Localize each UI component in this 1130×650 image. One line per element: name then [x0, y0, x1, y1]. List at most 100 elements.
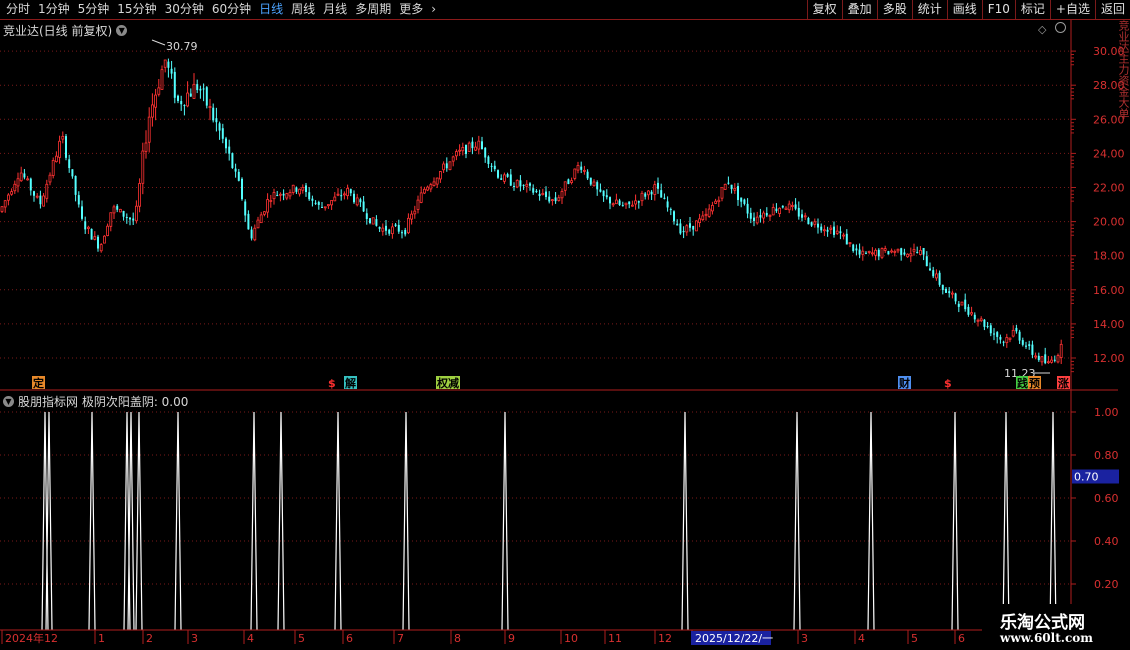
candle-body [852, 244, 855, 251]
indicator-spike [681, 411, 689, 631]
candle-body [493, 165, 496, 170]
candle-body [103, 235, 106, 244]
candle-body [429, 184, 433, 190]
candle-body [925, 256, 928, 267]
candle-body [932, 270, 935, 277]
period-tab[interactable]: 1分钟 [34, 1, 74, 18]
candle-body [48, 174, 52, 183]
period-tab[interactable]: 15分钟 [113, 1, 160, 18]
candle-body [1015, 327, 1018, 332]
candle-body [196, 84, 199, 91]
candle-body [759, 215, 762, 218]
candle-body [957, 303, 960, 307]
chevron-down-icon[interactable]: ▼ [3, 396, 14, 407]
chevron-right-icon[interactable]: › [427, 1, 440, 18]
candle-body [880, 248, 884, 258]
candle-body [979, 318, 983, 322]
candle-body [929, 268, 931, 271]
candle-body [707, 208, 711, 217]
candle-body [951, 292, 954, 295]
period-tab[interactable]: 日线 [255, 1, 287, 18]
candle-body [362, 201, 365, 212]
candle-body [829, 227, 833, 230]
candle-body [1050, 359, 1053, 363]
period-tab[interactable]: 周线 [287, 1, 319, 18]
candle-body [394, 224, 397, 226]
period-tab[interactable]: 5分钟 [74, 1, 114, 18]
tool-button[interactable]: +自选 [1049, 0, 1095, 19]
candle-body [737, 186, 739, 201]
x-tick-label: 1 [98, 632, 105, 645]
candle-body [256, 219, 260, 229]
period-tab[interactable]: 更多 [395, 1, 427, 18]
tool-button[interactable]: 多股 [876, 0, 912, 19]
candle-body [487, 156, 490, 164]
x-tick-label: 4 [858, 632, 865, 645]
indicator-spike [951, 411, 959, 631]
period-tab[interactable]: 60分钟 [208, 1, 255, 18]
candle-body [912, 249, 916, 252]
candle-body [573, 168, 577, 179]
candle-body [141, 150, 145, 184]
candle-body [144, 142, 148, 152]
period-tab[interactable]: 月线 [319, 1, 351, 18]
candle-body [628, 201, 631, 205]
right-info-strip[interactable]: 竞业达主力资金大单 [1117, 20, 1130, 630]
candle-body [241, 178, 243, 200]
candle-body [23, 173, 26, 178]
tool-button[interactable]: 复权 [806, 0, 842, 19]
candle-body [45, 183, 49, 199]
candle-body [244, 201, 247, 216]
candle-body [640, 192, 644, 202]
tool-button[interactable]: 画线 [946, 0, 982, 19]
period-tabs: 分时 1分钟 5分钟 15分钟 30分钟 60分钟 日线 周线 月线 多周期 更多 › [2, 1, 440, 18]
tool-button[interactable]: 叠加 [841, 0, 877, 19]
candle-body [13, 183, 17, 192]
chevron-down-icon[interactable]: ▼ [116, 25, 128, 36]
tool-button[interactable]: 标记 [1014, 0, 1050, 19]
indicator-title: ▼ 股朋指标网 极阴次阳盖阴: 0.00 [3, 393, 188, 410]
chart-canvas[interactable]: 30.0028.0026.0024.0022.0020.0018.0016.00… [0, 0, 1130, 650]
candle-body [733, 188, 737, 191]
candle-body [663, 197, 666, 199]
candle-body [784, 207, 788, 210]
candle-body [954, 293, 957, 302]
candle-body [596, 182, 599, 190]
event-marker: 权减 [436, 376, 459, 390]
indicator-tick-label: 1.00 [1094, 406, 1119, 419]
candle-body [71, 169, 74, 177]
circle-icon[interactable] [1055, 22, 1066, 33]
indicator-spike [1002, 411, 1010, 631]
period-tab[interactable]: 分时 [2, 1, 34, 18]
candle-body [68, 159, 71, 169]
candle-body [653, 184, 657, 195]
candle-body [967, 306, 970, 315]
candle-body [35, 195, 39, 198]
candle-body [1047, 361, 1050, 364]
candle-body [1025, 345, 1027, 347]
tool-button[interactable]: F10 [981, 0, 1015, 19]
period-tab[interactable]: 多周期 [351, 1, 395, 18]
candle-body [51, 160, 55, 176]
candle-body [326, 204, 330, 207]
diamond-icon[interactable]: ◇ [1038, 23, 1046, 36]
candle-body [451, 156, 455, 162]
tool-button[interactable]: 返回 [1094, 0, 1130, 19]
candle-body [116, 205, 119, 210]
stock-title: 竞业达(日线 前复权) [3, 24, 113, 38]
candle-body [202, 88, 205, 90]
candle-body [548, 196, 551, 202]
x-tick-label: 2025/12/22/一 [695, 632, 773, 645]
candle-body [87, 226, 90, 229]
candle-body [234, 168, 237, 172]
candle-body [996, 332, 999, 337]
candle-body [682, 230, 685, 233]
candle-body [960, 301, 964, 306]
period-tab[interactable]: 30分钟 [161, 1, 208, 18]
tool-button[interactable]: 统计 [911, 0, 947, 19]
candle-body [586, 171, 589, 179]
candle-body [484, 147, 487, 158]
candle-body [743, 199, 746, 204]
candle-body [592, 181, 596, 187]
candle-body [205, 87, 208, 106]
